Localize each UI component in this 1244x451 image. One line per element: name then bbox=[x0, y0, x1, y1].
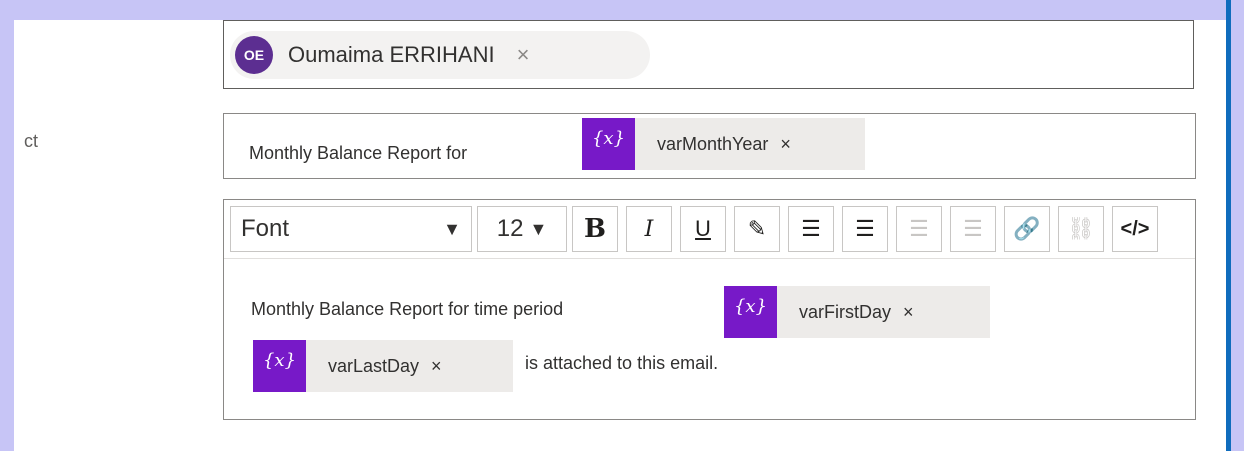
body-text-line1: Monthly Balance Report for time period bbox=[251, 299, 564, 319]
bold-icon: B bbox=[584, 214, 606, 244]
variable-icon: {x} bbox=[582, 118, 635, 170]
remove-recipient-icon[interactable]: × bbox=[517, 42, 530, 68]
numbered-list-icon: ☰ bbox=[855, 216, 875, 241]
remove-token-icon[interactable]: × bbox=[891, 286, 914, 338]
remove-link-button[interactable]: ⛓ bbox=[1058, 206, 1104, 252]
font-dropdown[interactable]: Font ▼ bbox=[230, 206, 472, 252]
subject-label: ct bbox=[24, 131, 39, 151]
editor-toolbar: Font ▼ 12 ▼ B I U ✎ ☰ ☰ ☰ ☰ 🔗 ⛓ </> bbox=[224, 200, 1195, 259]
recipient-name: Oumaima ERRIHANI bbox=[288, 42, 495, 67]
insert-link-button[interactable]: 🔗 bbox=[1004, 206, 1050, 252]
variable-icon: {x} bbox=[724, 286, 777, 338]
indent-icon: ☰ bbox=[909, 216, 929, 241]
variable-name: varMonthYear bbox=[657, 134, 769, 154]
remove-token-icon[interactable]: × bbox=[768, 118, 791, 170]
underline-icon: U bbox=[695, 216, 711, 241]
variable-name: varFirstDay bbox=[799, 302, 892, 322]
highlight-pen-icon: ✎ bbox=[747, 216, 767, 241]
bullet-list-icon: ☰ bbox=[801, 216, 821, 241]
avatar: OE bbox=[235, 36, 273, 74]
outdent-button[interactable]: ☰ bbox=[950, 206, 996, 252]
body-variable-token-last[interactable]: {x} varLastDay × bbox=[253, 340, 513, 392]
bold-button[interactable]: B bbox=[572, 206, 618, 252]
code-icon: </> bbox=[1120, 217, 1150, 240]
body-text-line2: is attached to this email. bbox=[525, 353, 719, 373]
italic-button[interactable]: I bbox=[626, 206, 672, 252]
highlight-button[interactable]: ✎ bbox=[734, 206, 780, 252]
subject-field[interactable]: Monthly Balance Report for {x} varMonthY… bbox=[223, 113, 1196, 179]
editor-content[interactable]: Monthly Balance Report for time period {… bbox=[224, 259, 1195, 419]
font-label: Font bbox=[241, 215, 290, 242]
italic-icon: I bbox=[644, 216, 654, 242]
remove-token-icon[interactable]: × bbox=[419, 340, 442, 392]
font-size-value: 12 bbox=[496, 215, 524, 242]
font-size-dropdown[interactable]: 12 ▼ bbox=[477, 206, 567, 252]
underline-button[interactable]: U bbox=[680, 206, 726, 252]
code-view-button[interactable]: </> bbox=[1112, 206, 1158, 252]
link-icon: 🔗 bbox=[1013, 216, 1041, 241]
body-editor[interactable]: Font ▼ 12 ▼ B I U ✎ ☰ ☰ ☰ ☰ 🔗 ⛓ </> Mont… bbox=[223, 199, 1196, 420]
background-strip bbox=[1231, 0, 1244, 451]
recipient-persona[interactable]: OE Oumaima ERRIHANI × bbox=[230, 31, 650, 79]
bullets-button[interactable]: ☰ bbox=[788, 206, 834, 252]
unlink-icon: ⛓ bbox=[1067, 216, 1095, 241]
subject-variable-token[interactable]: {x} varMonthYear × bbox=[582, 118, 865, 170]
variable-name: varLastDay bbox=[328, 356, 420, 376]
chevron-down-icon: ▼ bbox=[443, 218, 461, 239]
body-variable-token-first[interactable]: {x} varFirstDay × bbox=[724, 286, 990, 338]
to-field[interactable]: OE Oumaima ERRIHANI × bbox=[223, 20, 1194, 89]
indent-button[interactable]: ☰ bbox=[896, 206, 942, 252]
variable-icon: {x} bbox=[253, 340, 306, 392]
subject-text: Monthly Balance Report for bbox=[249, 143, 468, 163]
numbering-button[interactable]: ☰ bbox=[842, 206, 888, 252]
chevron-down-icon: ▼ bbox=[529, 218, 548, 239]
outdent-icon: ☰ bbox=[963, 216, 983, 241]
